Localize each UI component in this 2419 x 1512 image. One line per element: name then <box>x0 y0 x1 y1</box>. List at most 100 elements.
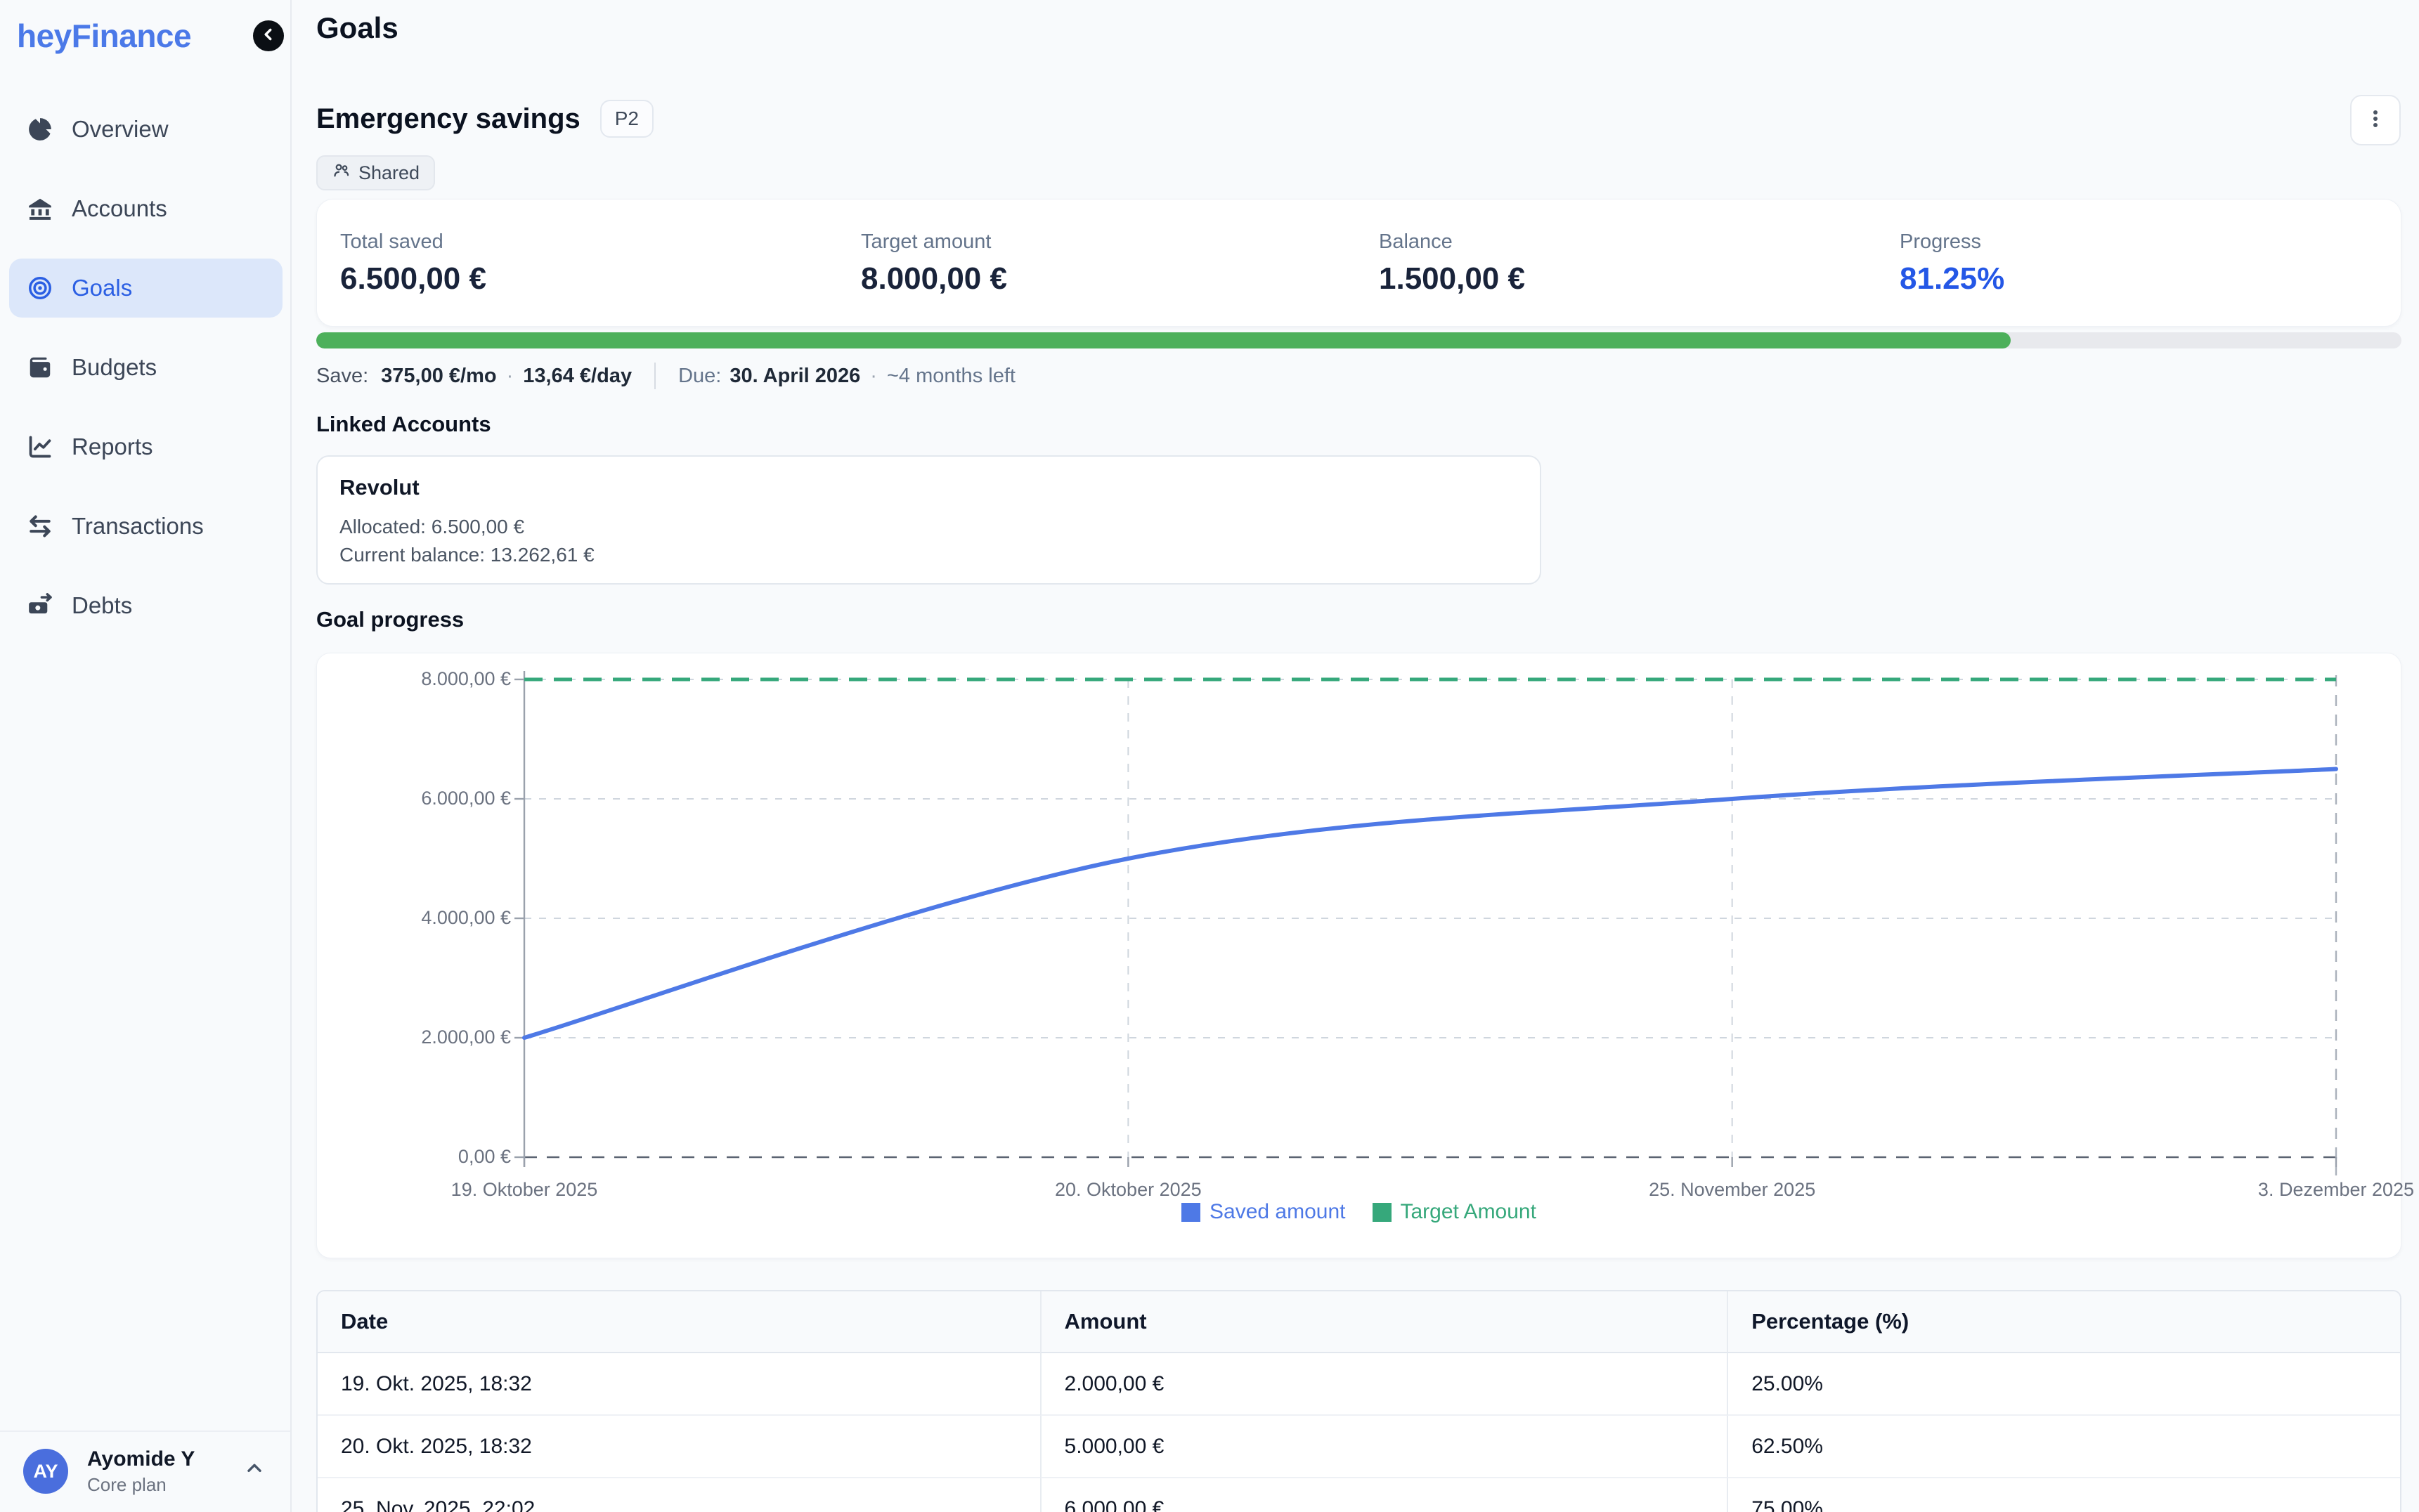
page-title: Goals <box>316 11 398 45</box>
chart-legend: Saved amount Target Amount <box>317 1200 2401 1224</box>
legend-item: Saved amount <box>1181 1200 1345 1224</box>
stat-label: Target amount <box>861 230 991 254</box>
sidebar-item-overview[interactable]: Overview <box>9 100 283 159</box>
linked-account-card[interactable]: Revolut Allocated: 6.500,00 € Current ba… <box>316 455 1541 585</box>
sidebar-item-debts[interactable]: Debts <box>9 576 283 635</box>
due-label: Due: <box>678 365 721 388</box>
sidebar-item-label: Debts <box>72 592 132 619</box>
app-logo: heyFinance <box>17 17 191 55</box>
shared-label: Shared <box>358 162 420 184</box>
chevron-left-icon <box>259 25 278 47</box>
due-date: 30. April 2026 <box>729 365 860 388</box>
table-cell: 20. Okt. 2025, 18:32 <box>318 1416 1040 1478</box>
y-axis-tick-label: 2.000,00 € <box>335 1027 511 1048</box>
goal-history-table: DateAmountPercentage (%)19. Okt. 2025, 1… <box>316 1290 2401 1512</box>
dot-separator: · <box>507 365 514 388</box>
stat-label: Progress <box>1900 230 1981 254</box>
sidebar-item-label: Reports <box>72 434 153 460</box>
stat-label: Total saved <box>340 230 443 254</box>
chart-line-icon <box>27 434 53 460</box>
goal-stats-card: Total saved 6.500,00 € Target amount 8.000,… <box>316 199 2401 327</box>
legend-label: Target Amount <box>1401 1200 1536 1224</box>
shared-badge: Shared <box>316 155 435 190</box>
sidebar-nav: Overview Accounts Goals Budgets Reports Trans… <box>9 100 283 635</box>
main-content: Goals Emergency savings P2 Shared Total … <box>293 0 2419 1512</box>
table-header-cell: Date <box>318 1291 1040 1353</box>
stat-value: 8.000,00 € <box>861 261 1007 296</box>
x-axis-tick-label: 3. Dezember 2025 <box>2258 1179 2414 1201</box>
linked-accounts-title: Linked Accounts <box>316 412 491 437</box>
y-axis-tick-label: 0,00 € <box>335 1146 511 1168</box>
target-icon <box>27 275 53 301</box>
goal-progress-bar <box>316 332 2401 348</box>
stat-value: 1.500,00 € <box>1379 261 1525 296</box>
legend-swatch <box>1181 1203 1200 1222</box>
table-row: 25. Nov. 2025, 22:026.000,00 €75.00% <box>318 1478 2400 1512</box>
user-plan: Core plan <box>87 1474 167 1496</box>
user-name: Ayomide Y <box>87 1447 195 1471</box>
banknote-icon <box>27 592 53 619</box>
goal-progress-chart-title: Goal progress <box>316 607 464 632</box>
sidebar-collapse-button[interactable] <box>253 20 284 51</box>
sidebar-item-reports[interactable]: Reports <box>9 417 283 476</box>
sidebar: heyFinance Overview Accounts Goals Budgets R… <box>0 0 292 1512</box>
sidebar-item-budgets[interactable]: Budgets <box>9 338 283 397</box>
account-balance: Current balance: 13.262,61 € <box>339 544 595 566</box>
pie-chart-icon <box>27 116 53 143</box>
table-cell: 25. Nov. 2025, 22:02 <box>318 1478 1040 1512</box>
kebab-icon <box>2363 106 2388 135</box>
save-label: Save: <box>316 365 368 388</box>
table-header-row: DateAmountPercentage (%) <box>318 1291 2400 1353</box>
table-header-cell: Amount <box>1040 1291 1727 1353</box>
legend-swatch <box>1373 1203 1392 1222</box>
stat-label: Balance <box>1379 230 1453 254</box>
table-cell: 25.00% <box>1727 1353 2400 1416</box>
sidebar-user-section[interactable]: AY Ayomide Y Core plan <box>0 1430 290 1512</box>
save-summary-row: Save: 375,00 €/mo · 13,64 €/day Due: 30.… <box>316 361 1016 391</box>
table-cell: 19. Okt. 2025, 18:32 <box>318 1353 1040 1416</box>
table-cell: 6.000,00 € <box>1040 1478 1727 1512</box>
due-remaining: ~4 months left <box>887 365 1016 388</box>
sidebar-item-label: Accounts <box>72 195 167 222</box>
sidebar-item-goals[interactable]: Goals <box>9 259 283 318</box>
priority-badge: P2 <box>600 100 654 138</box>
bank-icon <box>27 195 53 222</box>
table-row: 19. Okt. 2025, 18:322.000,00 €25.00% <box>318 1353 2400 1416</box>
sidebar-item-accounts[interactable]: Accounts <box>9 179 283 238</box>
wallet-icon <box>27 354 53 381</box>
chevron-up-icon[interactable] <box>243 1457 266 1480</box>
legend-label: Saved amount <box>1210 1200 1345 1224</box>
save-daily: 13,64 €/day <box>523 365 632 388</box>
goal-progress-chart: 0,00 € 2.000,00 € 4.000,00 € 6.000,00 € 8.00… <box>316 653 2401 1258</box>
y-axis-tick-label: 4.000,00 € <box>335 907 511 929</box>
users-icon <box>332 161 351 185</box>
goal-name: Emergency savings <box>316 103 581 135</box>
y-axis-tick-label: 6.000,00 € <box>335 788 511 809</box>
table-row: 20. Okt. 2025, 18:325.000,00 €62.50% <box>318 1416 2400 1478</box>
sidebar-item-label: Budgets <box>72 354 157 381</box>
table-cell: 62.50% <box>1727 1416 2400 1478</box>
table-header-cell: Percentage (%) <box>1727 1291 2400 1353</box>
save-monthly: 375,00 €/mo <box>381 365 496 388</box>
sidebar-item-label: Overview <box>72 116 169 143</box>
vertical-divider <box>654 363 656 389</box>
y-axis-tick-label: 8.000,00 € <box>335 668 511 690</box>
sidebar-item-transactions[interactable]: Transactions <box>9 497 283 556</box>
table-cell: 75.00% <box>1727 1478 2400 1512</box>
legend-item: Target Amount <box>1373 1200 1536 1224</box>
sidebar-item-label: Transactions <box>72 513 204 540</box>
sidebar-item-label: Goals <box>72 275 132 301</box>
goal-menu-button[interactable] <box>2350 95 2401 145</box>
account-name: Revolut <box>339 475 420 500</box>
table-cell: 5.000,00 € <box>1040 1416 1727 1478</box>
x-axis-tick-label: 19. Oktober 2025 <box>451 1179 598 1201</box>
avatar: AY <box>23 1449 68 1494</box>
goal-header: Emergency savings P2 <box>316 100 654 138</box>
goal-progress-fill <box>316 332 2011 348</box>
stat-value: 6.500,00 € <box>340 261 486 296</box>
account-allocated: Allocated: 6.500,00 € <box>339 516 524 538</box>
transfer-icon <box>27 513 53 540</box>
table-cell: 2.000,00 € <box>1040 1353 1727 1416</box>
x-axis-tick-label: 25. November 2025 <box>1649 1179 1815 1201</box>
x-axis-tick-label: 20. Oktober 2025 <box>1055 1179 1202 1201</box>
